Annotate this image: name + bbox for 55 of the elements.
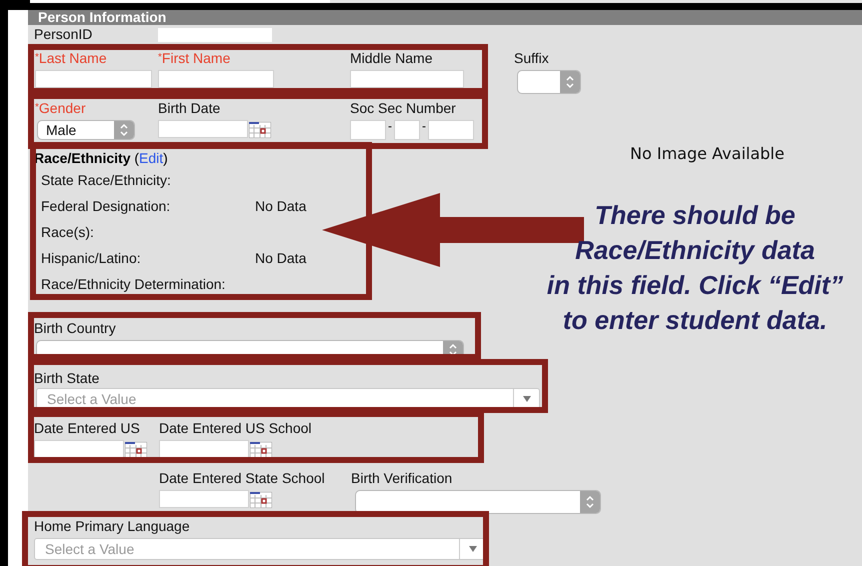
field-label: Date Entered US: [34, 420, 140, 436]
field-label: Soc Sec Number: [350, 100, 456, 116]
select-field[interactable]: Male: [37, 120, 135, 140]
info-label: Race/Ethnicity Determination:: [41, 276, 226, 292]
text-field[interactable]: [350, 120, 386, 140]
field-label: *First Name: [158, 50, 230, 66]
info-label: State Race/Ethnicity:: [41, 172, 172, 188]
no-image-text: No Image Available: [630, 145, 784, 163]
field-label: Birth Country: [34, 320, 116, 336]
select-field[interactable]: [517, 70, 581, 94]
text-field[interactable]: [35, 70, 152, 88]
field-label: Home Primary Language: [34, 518, 190, 534]
text-field[interactable]: [158, 28, 272, 42]
text-field[interactable]: [428, 120, 474, 140]
section-header: Person Information: [28, 10, 862, 25]
info-label: Hispanic/Latino:: [41, 250, 142, 266]
field-label: PersonID: [34, 25, 94, 44]
dropdown-caret-icon: [522, 396, 530, 402]
paren-text: ): [163, 150, 168, 166]
field-label: Date Entered State School: [159, 470, 325, 486]
section-title: Race/Ethnicity: [34, 150, 130, 166]
field-label: *Gender: [35, 100, 86, 116]
callout-text: Race/Ethnicity data: [575, 234, 815, 267]
text-field[interactable]: [350, 70, 464, 88]
field-label: Suffix: [514, 50, 549, 66]
callout-text: There should be: [594, 199, 796, 232]
field-label: Birth State: [34, 370, 100, 386]
text-field[interactable]: [158, 70, 274, 88]
edit-link[interactable]: Edit: [139, 150, 164, 166]
field-label: Middle Name: [350, 50, 432, 66]
calendar-icon[interactable]: [249, 122, 271, 138]
field-label: Birth Date: [158, 100, 220, 116]
callout-text: in this field. Click “Edit”: [546, 269, 844, 302]
separator-text: -: [421, 120, 427, 132]
dropdown-caret-icon: [468, 546, 476, 552]
field-label: Date Entered US School: [159, 420, 312, 436]
calendar-icon[interactable]: [250, 442, 272, 458]
stepper-icon: [119, 123, 129, 137]
calendar-icon[interactable]: [125, 442, 147, 458]
field-label: *Last Name: [35, 50, 107, 66]
info-value: No Data: [255, 250, 306, 266]
paren-text: (: [134, 150, 140, 166]
info-value: No Data: [255, 198, 306, 214]
stepper-icon: [448, 342, 458, 356]
separator-text: -: [387, 120, 393, 132]
info-label: Federal Designation:: [41, 198, 172, 214]
calendar-icon[interactable]: [250, 492, 272, 508]
select-field[interactable]: Select a Value: [34, 538, 486, 560]
text-field[interactable]: [394, 120, 420, 140]
callout-text: to enter student data.: [562, 304, 828, 337]
select-field[interactable]: [355, 490, 601, 514]
field-label: Birth Verification: [351, 470, 452, 486]
stepper-icon: [585, 495, 595, 509]
info-label: Race(s):: [41, 224, 95, 240]
stepper-icon: [565, 75, 575, 89]
